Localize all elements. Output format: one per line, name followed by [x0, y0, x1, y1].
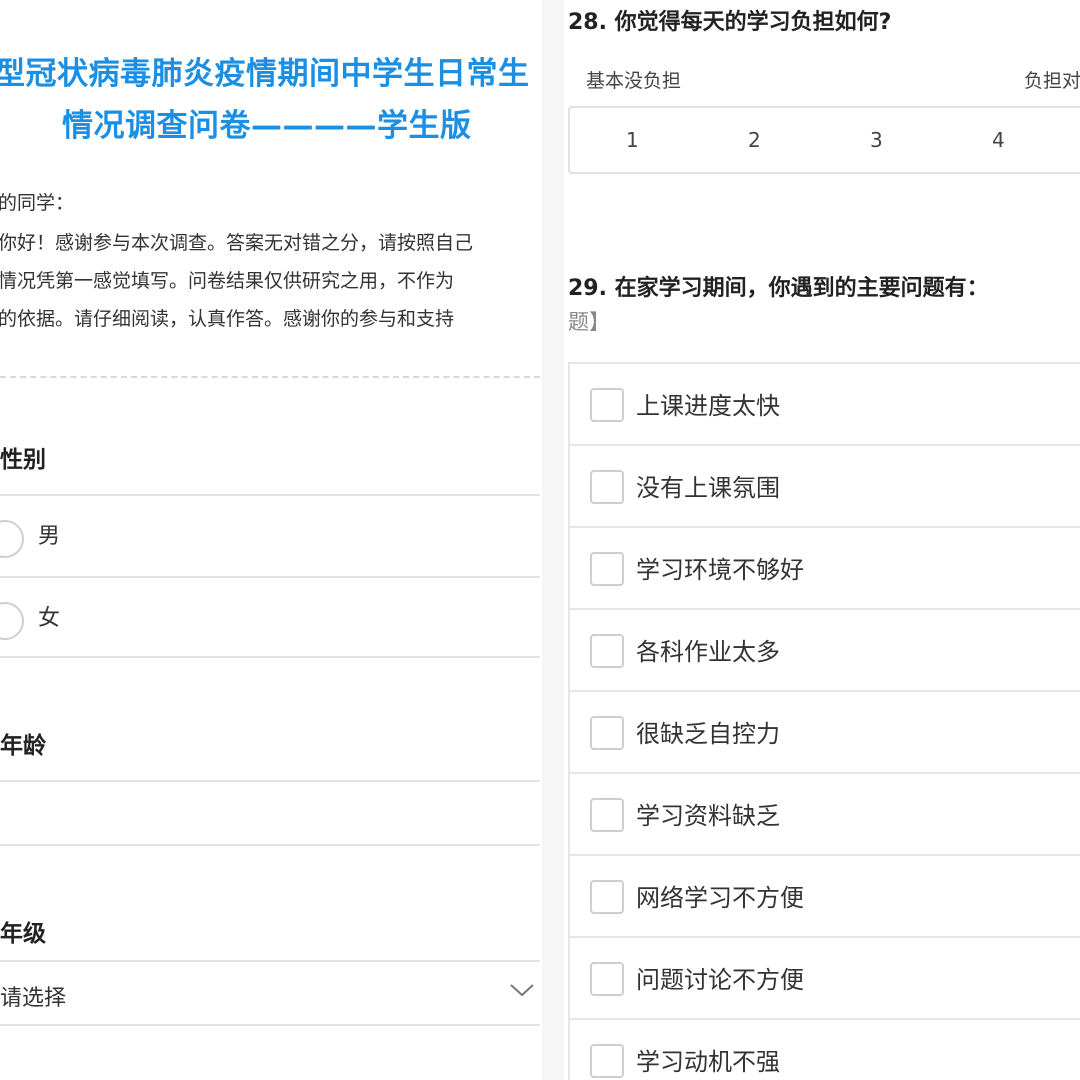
option-label: 学习动机不强 — [636, 1048, 780, 1076]
gender-option-label: 男 — [38, 524, 61, 549]
checkbox[interactable] — [590, 1044, 624, 1078]
gender-option-female[interactable]: 女 — [0, 578, 540, 658]
panel-separator — [542, 0, 564, 1080]
age-question-label: 年龄 — [0, 733, 46, 759]
checkbox[interactable] — [590, 962, 624, 996]
option-label: 问题讨论不方便 — [636, 966, 804, 994]
checkbox-option[interactable]: 学习动机不强 — [568, 1018, 1080, 1080]
age-input[interactable] — [0, 782, 540, 844]
checkbox[interactable] — [590, 470, 624, 504]
divider — [0, 656, 540, 658]
option-label: 上课进度太快 — [636, 392, 780, 420]
intro-greeting: 的同学： — [0, 192, 75, 214]
survey-intro-panel: 型冠状病毒肺炎疫情期间中学生日常生 情况调查问卷————学生版 的同学： 你好！… — [0, 0, 542, 1080]
survey-questions-panel: * 28. 你觉得每天的学习负担如何? 基本没负担 负担对 1 2 3 4 * … — [564, 0, 1080, 1080]
radio-button[interactable] — [0, 520, 24, 558]
question-29-note: 题】 — [568, 310, 610, 334]
checkbox-option[interactable]: 学习环境不够好 — [568, 526, 1080, 610]
option-label: 各科作业太多 — [636, 638, 780, 666]
survey-title-line-2: 情况调查问卷————学生版 — [62, 108, 472, 144]
checkbox[interactable] — [590, 634, 624, 668]
gender-option-male[interactable]: 男 — [0, 496, 540, 576]
gender-option-label: 女 — [38, 606, 61, 631]
grade-select[interactable]: 请选择 — [0, 962, 540, 1024]
option-label: 学习环境不够好 — [636, 556, 804, 584]
scale-option-1[interactable]: 1 — [626, 128, 639, 152]
scale-max-label: 负担对 — [1024, 70, 1080, 92]
question-28-label: 28. 你觉得每天的学习负担如何? — [568, 10, 892, 35]
radio-button[interactable] — [0, 602, 24, 640]
checkbox-option[interactable]: 上课进度太快 — [568, 362, 1080, 446]
option-label: 很缺乏自控力 — [636, 720, 780, 748]
intro-line-2: 情况凭第一感觉填写。问卷结果仅供研究之用，不作为 — [0, 270, 455, 292]
scale-option-2[interactable]: 2 — [748, 128, 761, 152]
divider — [0, 1024, 540, 1026]
gender-question-label: 性别 — [0, 447, 46, 473]
option-label: 学习资料缺乏 — [636, 802, 780, 830]
checkbox[interactable] — [590, 798, 624, 832]
intro-line-3: 的依据。请仔细阅读，认真作答。感谢你的参与和支持 — [0, 308, 455, 330]
grade-question-label: 年级 — [0, 921, 46, 947]
survey-title-line-1: 型冠状病毒肺炎疫情期间中学生日常生 — [0, 56, 530, 92]
checkbox-option[interactable]: 很缺乏自控力 — [568, 690, 1080, 774]
scale-option-4[interactable]: 4 — [992, 128, 1005, 152]
section-divider — [0, 376, 540, 378]
option-label: 没有上课氛围 — [636, 474, 780, 502]
checkbox[interactable] — [590, 716, 624, 750]
option-label: 网络学习不方便 — [636, 884, 804, 912]
checkbox[interactable] — [590, 552, 624, 586]
checkbox-option[interactable]: 问题讨论不方便 — [568, 936, 1080, 1020]
divider — [0, 844, 540, 846]
intro-line-1: 你好！感谢参与本次调查。答案无对错之分，请按照自己 — [0, 232, 474, 254]
rating-scale: 1 2 3 4 — [568, 106, 1080, 174]
grade-select-placeholder: 请选择 — [0, 986, 67, 1011]
scale-option-3[interactable]: 3 — [870, 128, 883, 152]
checkbox[interactable] — [590, 880, 624, 914]
checkbox[interactable] — [590, 388, 624, 422]
chevron-down-icon — [510, 984, 534, 997]
question-29-label: 29. 在家学习期间，你遇到的主要问题有： — [568, 276, 989, 301]
checkbox-option[interactable]: 学习资料缺乏 — [568, 772, 1080, 856]
checkbox-option[interactable]: 网络学习不方便 — [568, 854, 1080, 938]
scale-min-label: 基本没负担 — [586, 70, 682, 92]
checkbox-option[interactable]: 没有上课氛围 — [568, 444, 1080, 528]
checkbox-option[interactable]: 各科作业太多 — [568, 608, 1080, 692]
